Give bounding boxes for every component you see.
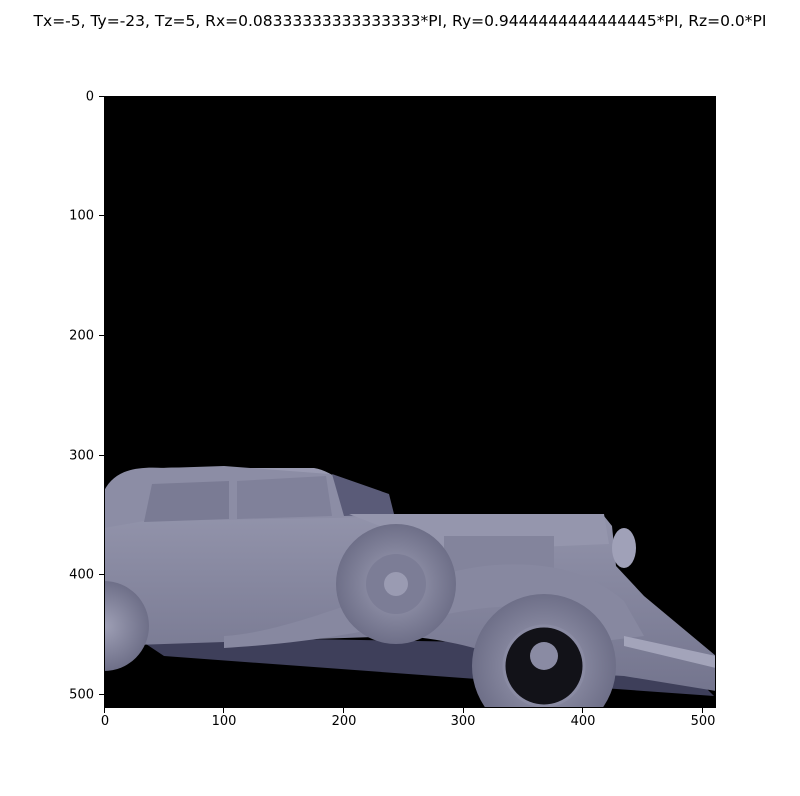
y-tick-label: 200 <box>69 328 94 344</box>
y-tick-label: 0 <box>85 89 94 105</box>
car-render <box>104 96 716 708</box>
car-window-rear <box>144 481 229 522</box>
x-tick-label: 200 <box>331 714 357 729</box>
x-tick-mark <box>702 708 703 713</box>
y-tick-mark <box>99 455 104 456</box>
x-tick-mark <box>582 708 583 713</box>
x-tick-mark <box>223 708 224 713</box>
y-tick-mark <box>99 335 104 336</box>
figure-title: Tx=-5, Ty=-23, Tz=5, Rx=0.08333333333333… <box>33 12 767 30</box>
y-tick-label: 300 <box>69 448 94 464</box>
car-window-front <box>237 476 332 519</box>
x-tick-mark <box>463 708 464 713</box>
x-tick-mark <box>104 708 105 713</box>
y-tick-label: 100 <box>69 208 94 224</box>
y-tick-label: 400 <box>69 567 94 583</box>
x-tick-label: 0 <box>100 714 110 729</box>
x-tick-label: 300 <box>450 714 476 729</box>
y-tick-label: 500 <box>69 687 94 703</box>
x-tick-label: 100 <box>211 714 237 729</box>
y-tick-mark <box>99 574 104 575</box>
y-tick-mark <box>99 694 104 695</box>
x-tick-label: 500 <box>690 714 716 729</box>
rendered-image <box>104 96 716 708</box>
x-tick-label: 400 <box>570 714 596 729</box>
y-tick-mark <box>99 96 104 97</box>
car-headlight <box>612 528 636 568</box>
x-tick-mark <box>343 708 344 713</box>
y-tick-mark <box>99 215 104 216</box>
